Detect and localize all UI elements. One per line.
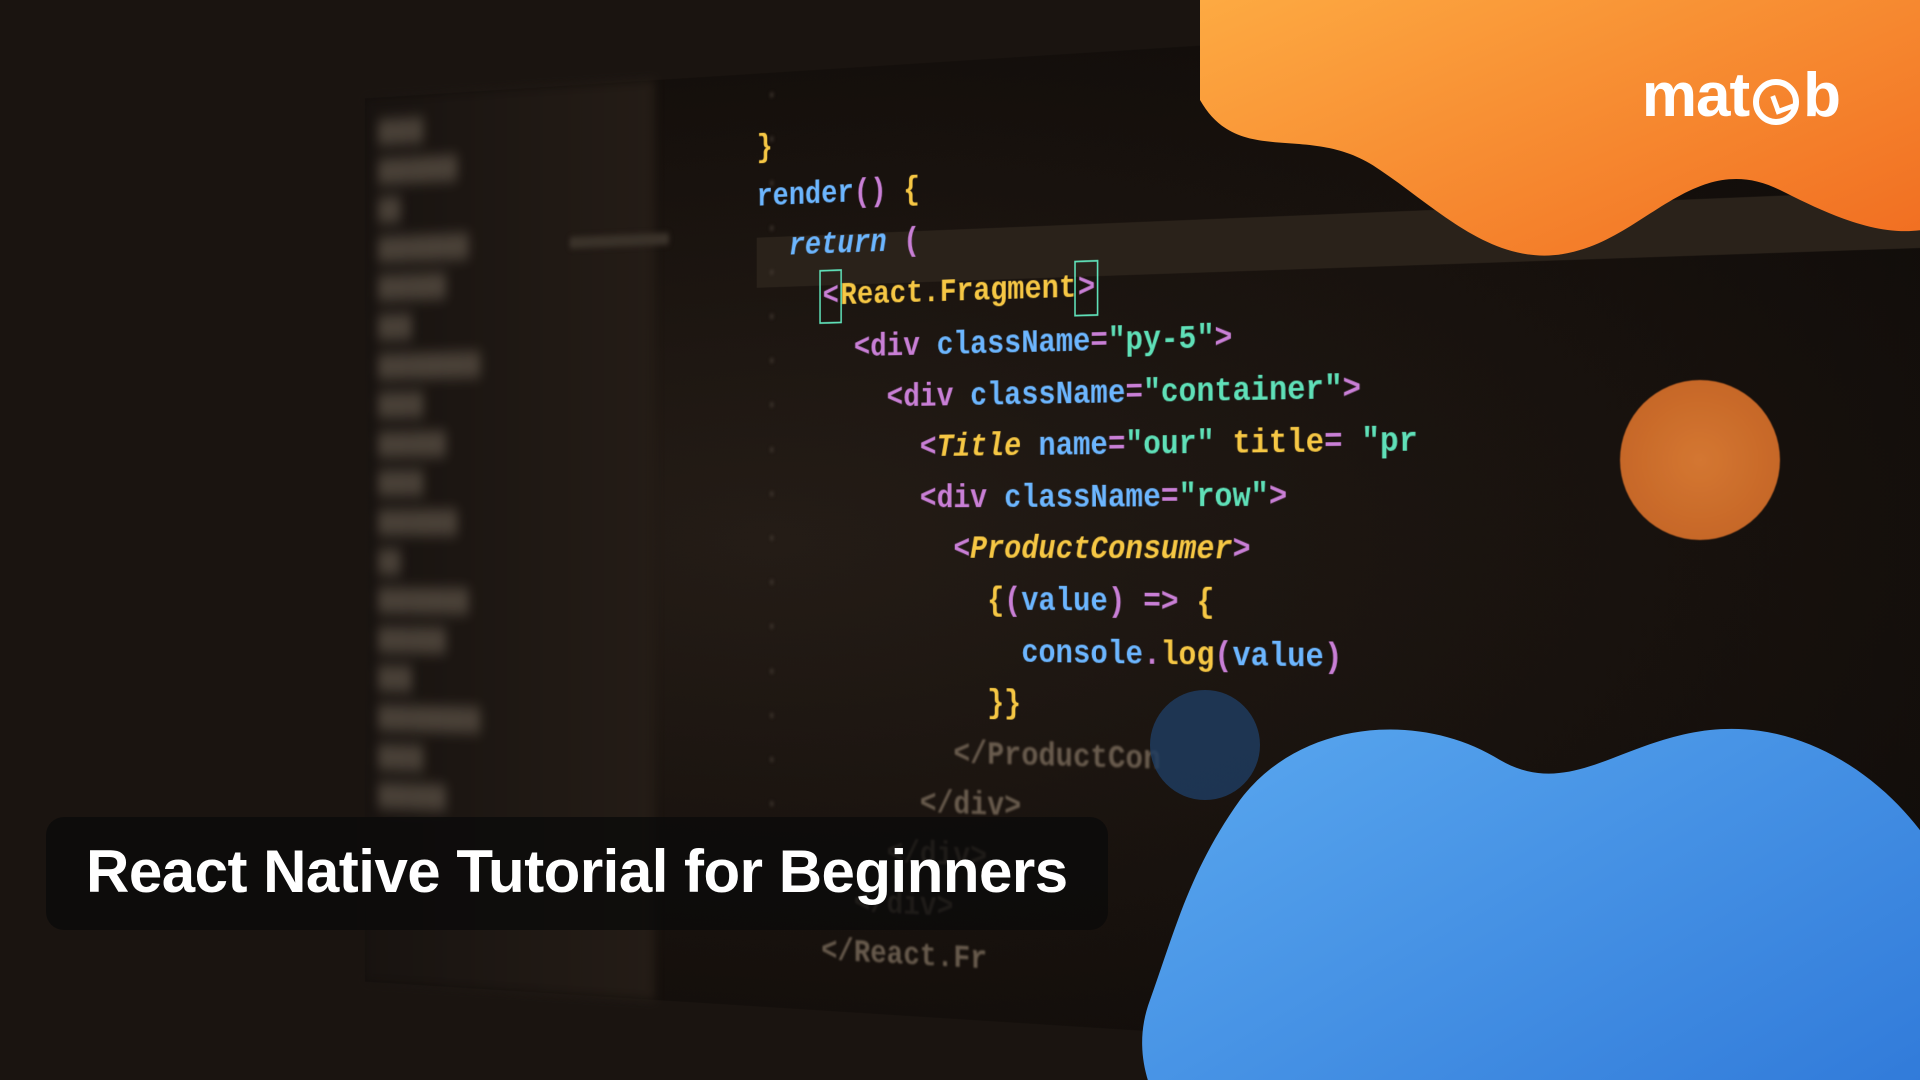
code-token: = [1161,479,1179,516]
code-token: return [789,224,887,264]
brand-text-prefix: mat [1642,60,1749,131]
blurred-sidebar-text: ████████████████████████████████████████… [378,108,480,820]
code-token: "our" [1125,425,1214,463]
code-token: className [1004,479,1161,517]
code-token: = [1090,323,1107,361]
code-token: > [1269,478,1287,516]
code-token: > [1232,531,1250,569]
code-token: = [1125,374,1143,412]
code-token: > [1214,319,1232,357]
code-token: > [1078,269,1095,307]
code-token [1021,428,1038,465]
code-token: < [920,430,937,466]
code-token: "container" [1143,370,1342,412]
code-token: className [937,323,1091,364]
code-token: React.Fragment [840,270,1076,314]
decoration-blue-blob [1060,600,1920,1080]
brand-logo: mat b [1642,60,1840,131]
decoration-orange-dot [1620,380,1780,540]
code-token: Title [937,428,1022,466]
code-token: }} [987,685,1021,722]
code-token: className [970,375,1125,415]
code-token: { [987,583,1004,620]
code-token: = [1108,427,1126,464]
code-token: ( [887,223,920,260]
decoration-orange-blob [1200,0,1920,320]
code-token: <div [887,378,971,416]
code-token: < [823,278,839,314]
code-token: <div [920,480,1004,517]
code-token: = [1324,424,1343,462]
code-token: { [887,172,920,210]
code-token: ProductConsumer [970,531,1232,569]
code-token: name [1038,427,1107,465]
brand-text-suffix: b [1803,60,1840,131]
thumbnail-canvas: ████████████████████████████████████████… [0,0,1920,1080]
cursor-highlight: < [820,269,842,323]
brand-clock-icon [1753,79,1799,125]
cursor-highlight: > [1075,260,1099,316]
code-token: "row" [1179,478,1269,516]
code-token: () [854,174,887,211]
code-token: ( [1004,583,1021,620]
code-token [1214,425,1232,463]
code-token: render [757,175,854,215]
code-token: <div [854,328,937,366]
code-token: < [953,531,970,567]
code-token: "pr [1343,423,1418,462]
thumbnail-title: React Native Tutorial for Beginners [46,817,1108,930]
code-token: } [757,129,773,165]
code-token: title [1233,424,1325,463]
code-token-dim: </React.Fr [821,933,987,978]
code-token: "py-5" [1108,320,1215,360]
code-token: > [1343,370,1362,409]
